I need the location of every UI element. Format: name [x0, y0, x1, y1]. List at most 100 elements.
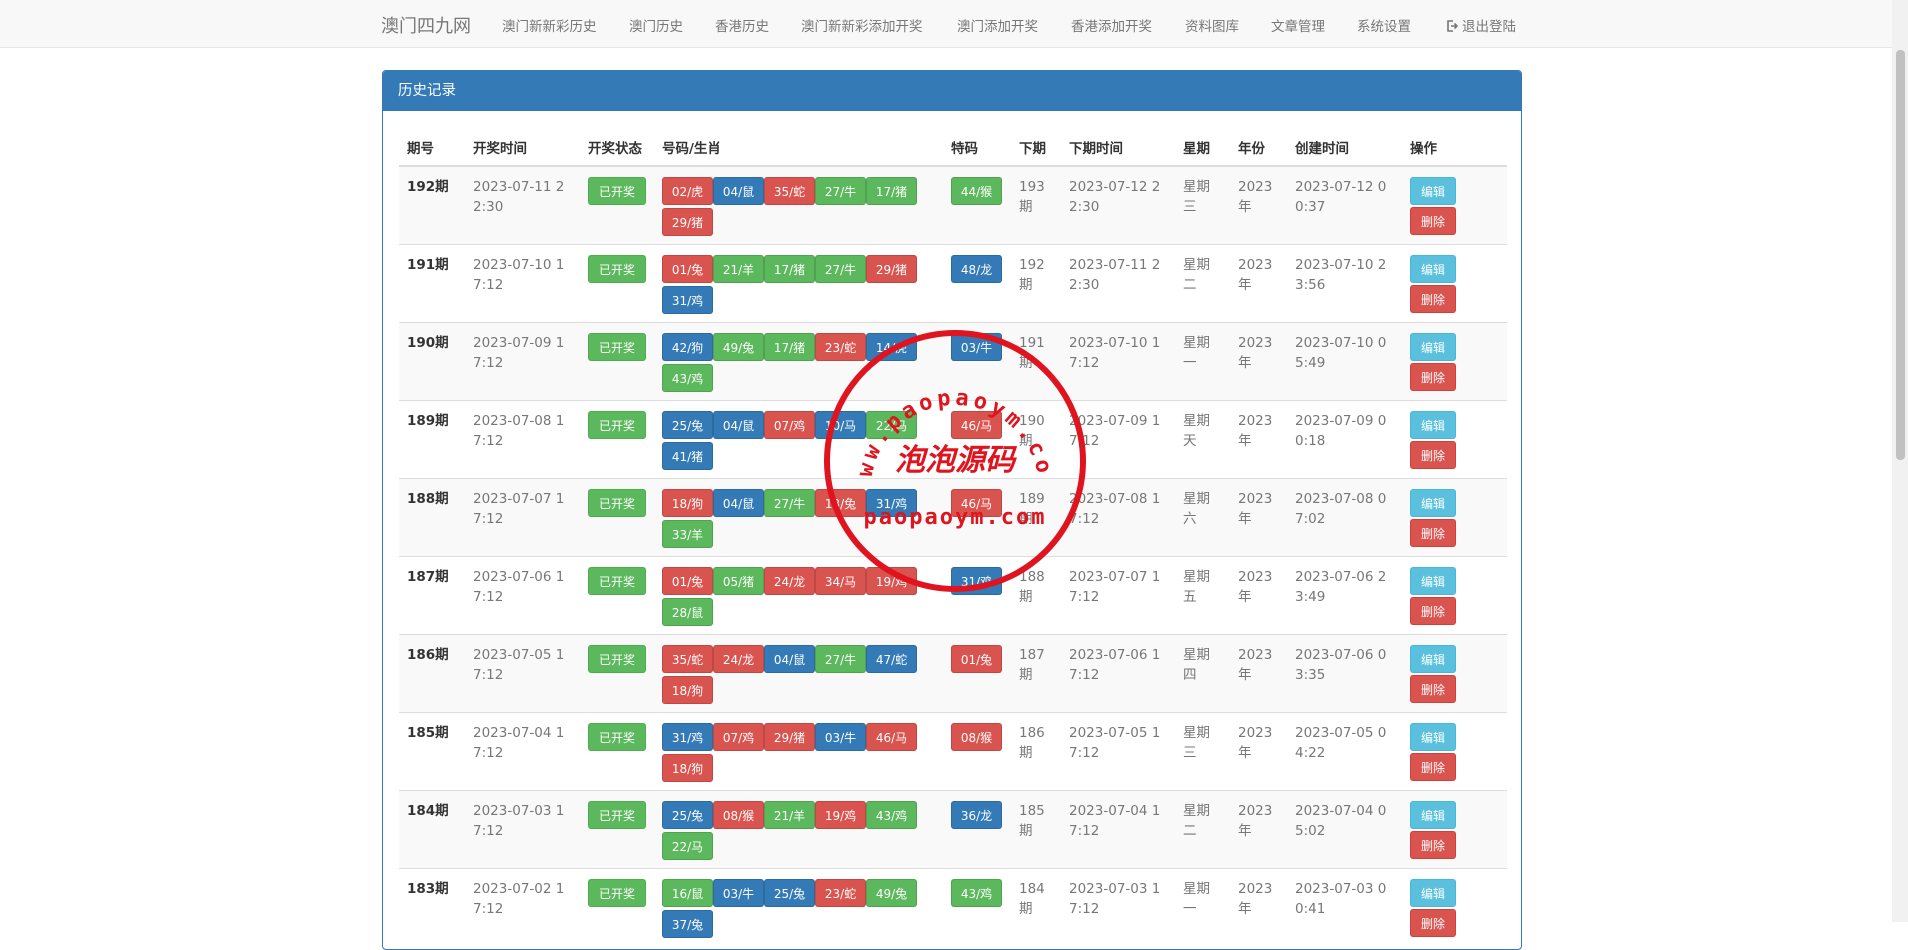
delete-button[interactable]: 删除	[1410, 753, 1456, 781]
brand-link[interactable]: 澳门四九网	[381, 12, 471, 38]
col-weekday-header: 星期	[1175, 129, 1230, 167]
actions-cell: 编辑 删除	[1402, 478, 1507, 557]
edit-button[interactable]: 编辑	[1410, 801, 1456, 829]
next-time-cell: 2023-07-04 17:12	[1061, 790, 1175, 869]
next-period-cell: 188期	[1011, 556, 1061, 635]
weekday-cell: 星期二	[1175, 244, 1230, 323]
delete-button[interactable]: 删除	[1410, 675, 1456, 703]
nav-gallery[interactable]: 资料图库	[1185, 15, 1239, 35]
number-ball: 13/兔	[815, 489, 866, 517]
edit-button[interactable]: 编辑	[1410, 567, 1456, 595]
next-period-cell: 193期	[1011, 165, 1061, 245]
page-scrollbar[interactable]	[1892, 0, 1908, 922]
numbers-cell: 16/鼠 03/牛 25/兔 23/蛇 49/兔 37/兔	[654, 868, 943, 946]
scrollbar-thumb[interactable]	[1896, 50, 1905, 460]
number-ball: 35/蛇	[764, 177, 815, 205]
number-ball: 27/牛	[815, 645, 866, 673]
number-ball: 17/猪	[866, 177, 917, 205]
nav-macau-add[interactable]: 澳门添加开奖	[957, 15, 1038, 35]
number-ball: 29/猪	[866, 255, 917, 283]
special-cell: 43/鸡	[943, 868, 1011, 946]
logout-link[interactable]: 退出登陆	[1446, 15, 1516, 35]
number-ball: 29/猪	[764, 723, 815, 751]
delete-button[interactable]: 删除	[1410, 285, 1456, 313]
next-time-cell: 2023-07-11 22:30	[1061, 244, 1175, 323]
edit-button[interactable]: 编辑	[1410, 255, 1456, 283]
nav-hk-add[interactable]: 香港添加开奖	[1071, 15, 1152, 35]
year-cell: 2023年	[1230, 712, 1287, 791]
period-cell: 192期	[399, 165, 465, 245]
special-number-ball: 43/鸡	[951, 879, 1002, 907]
created-time-cell: 2023-07-08 07:02	[1287, 478, 1402, 557]
edit-button[interactable]: 编辑	[1410, 723, 1456, 751]
number-ball-group: 01/兔 21/羊 17/猪 27/牛 29/猪 31/鸡	[662, 255, 917, 317]
nav-hk-history[interactable]: 香港历史	[715, 15, 769, 35]
number-ball: 24/龙	[713, 645, 764, 673]
period-cell: 185期	[399, 712, 465, 791]
number-ball-group: 42/狗 49/兔 17/猪 23/蛇 14/虎 43/鸡	[662, 333, 917, 395]
weekday-cell: 星期六	[1175, 478, 1230, 557]
nav-macau-history[interactable]: 澳门历史	[629, 15, 683, 35]
status-badge: 已开奖	[588, 567, 646, 595]
number-ball: 24/龙	[764, 567, 815, 595]
draw-time-cell: 2023-07-09 17:12	[465, 322, 580, 401]
delete-button[interactable]: 删除	[1410, 831, 1456, 859]
number-ball: 02/虎	[662, 177, 713, 205]
number-ball: 22/马	[866, 411, 917, 439]
period-cell: 183期	[399, 868, 465, 946]
number-ball: 31/鸡	[866, 489, 917, 517]
number-ball: 43/鸡	[662, 364, 713, 392]
year-cell: 2023年	[1230, 400, 1287, 479]
created-time-cell: 2023-07-12 00:37	[1287, 165, 1402, 245]
edit-button[interactable]: 编辑	[1410, 177, 1456, 205]
status-badge: 已开奖	[588, 879, 646, 907]
delete-button[interactable]: 删除	[1410, 441, 1456, 469]
edit-button[interactable]: 编辑	[1410, 411, 1456, 439]
nav-settings[interactable]: 系统设置	[1357, 15, 1411, 35]
delete-button[interactable]: 删除	[1410, 363, 1456, 391]
weekday-cell: 星期三	[1175, 165, 1230, 245]
col-year-header: 年份	[1230, 129, 1287, 167]
special-number-ball: 48/龙	[951, 255, 1002, 283]
number-ball: 07/鸡	[713, 723, 764, 751]
edit-button[interactable]: 编辑	[1410, 333, 1456, 361]
next-time-cell: 2023-07-03 17:12	[1061, 868, 1175, 946]
next-time-cell: 2023-07-09 17:12	[1061, 400, 1175, 479]
col-status-header: 开奖状态	[580, 129, 654, 167]
number-ball: 34/马	[815, 567, 866, 595]
edit-button[interactable]: 编辑	[1410, 879, 1456, 907]
edit-button[interactable]: 编辑	[1410, 645, 1456, 673]
weekday-cell: 星期五	[1175, 556, 1230, 635]
weekday-cell: 星期四	[1175, 634, 1230, 713]
nav-articles[interactable]: 文章管理	[1271, 15, 1325, 35]
created-time-cell: 2023-07-06 03:35	[1287, 634, 1402, 713]
draw-time-cell: 2023-07-10 17:12	[465, 244, 580, 323]
weekday-cell: 星期二	[1175, 790, 1230, 869]
next-period-cell: 190期	[1011, 400, 1061, 479]
number-ball-group: 02/虎 04/鼠 35/蛇 27/牛 17/猪 29/猪	[662, 177, 917, 239]
number-ball-group: 25/兔 04/鼠 07/鸡 10/马 22/马 41/猪	[662, 411, 917, 473]
history-panel: 历史记录 期号 开奖时间 开奖状态 号码/生肖 特码 下期 下期时间 星期 年份 创建时间 操作 1…	[382, 70, 1522, 950]
delete-button[interactable]: 删除	[1410, 909, 1456, 937]
number-ball: 49/兔	[866, 879, 917, 907]
delete-button[interactable]: 删除	[1410, 597, 1456, 625]
edit-button[interactable]: 编辑	[1410, 489, 1456, 517]
year-cell: 2023年	[1230, 165, 1287, 245]
number-ball: 23/蛇	[815, 879, 866, 907]
number-ball-group: 18/狗 04/鼠 27/牛 13/兔 31/鸡 33/羊	[662, 489, 917, 551]
number-ball: 01/兔	[662, 567, 713, 595]
delete-button[interactable]: 删除	[1410, 519, 1456, 547]
logout-icon	[1447, 20, 1458, 32]
status-cell: 已开奖	[580, 556, 654, 635]
number-ball: 07/鸡	[764, 411, 815, 439]
status-cell: 已开奖	[580, 322, 654, 401]
status-badge: 已开奖	[588, 801, 646, 829]
delete-button[interactable]: 删除	[1410, 207, 1456, 235]
nav-macau-new-add[interactable]: 澳门新新彩添加开奖	[801, 15, 923, 35]
number-ball-group: 31/鸡 07/鸡 29/猪 03/牛 46/马 18/狗	[662, 723, 917, 785]
special-number-ball: 08/猴	[951, 723, 1002, 751]
nav-macau-new-history[interactable]: 澳门新新彩历史	[502, 15, 597, 35]
actions-cell: 编辑 删除	[1402, 712, 1507, 791]
numbers-cell: 25/兔 04/鼠 07/鸡 10/马 22/马 41/猪	[654, 400, 943, 479]
draw-time-cell: 2023-07-07 17:12	[465, 478, 580, 557]
